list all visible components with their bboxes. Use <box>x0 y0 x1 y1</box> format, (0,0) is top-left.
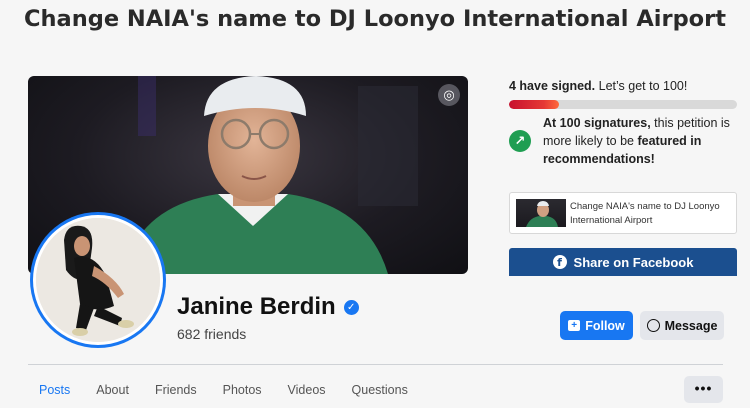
trending-up-icon: ↗ <box>509 130 531 152</box>
tab-friends[interactable]: Friends <box>155 383 197 397</box>
signature-count-bold: 4 have signed. <box>509 79 596 93</box>
message-button[interactable]: Message <box>640 311 724 340</box>
signature-progress-bar <box>509 100 737 109</box>
friends-count[interactable]: 682 friends <box>177 326 246 342</box>
share-preview-card[interactable]: Change NAIA's name to DJ Loonyo Internat… <box>509 192 737 234</box>
tab-videos[interactable]: Videos <box>288 383 326 397</box>
share-card-title: Change NAIA's name to DJ Loonyo Internat… <box>570 201 720 226</box>
signature-goal-text: Let’s get to 100! <box>595 79 688 93</box>
avatar[interactable] <box>30 212 166 348</box>
messenger-icon <box>646 319 660 332</box>
follow-button[interactable]: + Follow <box>560 311 633 340</box>
profile-tabs: Posts About Friends Photos Videos Questi… <box>39 383 434 397</box>
avatar-ring <box>33 215 163 345</box>
recommendation-pitch: At 100 signatures, this petition is more… <box>543 114 741 168</box>
tab-posts[interactable]: Posts <box>39 383 70 397</box>
follow-plus-icon: + <box>568 320 581 331</box>
camera-icon[interactable]: ◎ <box>438 84 460 106</box>
profile-name: Janine Berdin <box>177 293 336 320</box>
message-label: Message <box>664 318 718 333</box>
profile-name-row: Janine Berdin ✓ <box>177 293 359 321</box>
signature-progress-fill <box>509 100 560 109</box>
follow-label: Follow <box>585 318 625 333</box>
tab-about[interactable]: About <box>96 383 129 397</box>
share-on-facebook-button[interactable]: f Share on Facebook <box>509 248 737 276</box>
petition-title: Change NAIA's name to DJ Loonyo Internat… <box>24 6 726 32</box>
more-options-button[interactable]: ••• <box>684 376 723 403</box>
tab-questions[interactable]: Questions <box>352 383 408 397</box>
share-thumbnail <box>516 199 566 227</box>
pitch-bold-1: At 100 signatures, <box>543 116 651 130</box>
avatar-photo <box>36 218 160 342</box>
tab-photos[interactable]: Photos <box>223 383 262 397</box>
facebook-f-icon: f <box>552 255 567 269</box>
signature-count: 4 have signed. Let’s get to 100! <box>509 79 687 93</box>
share-button-label: Share on Facebook <box>573 254 694 270</box>
verified-badge-icon: ✓ <box>343 299 359 315</box>
profile-divider <box>28 364 723 365</box>
